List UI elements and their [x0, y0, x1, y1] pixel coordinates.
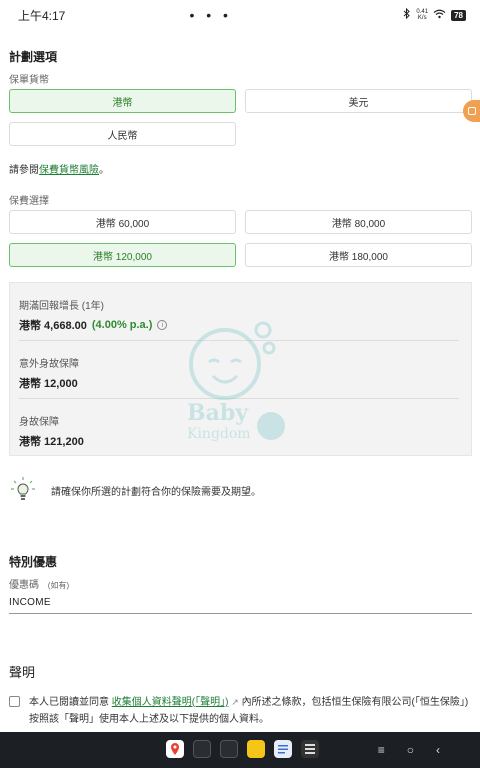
status-icons: 0.41 K/s 78 [403, 7, 466, 22]
yellow-app-icon[interactable] [247, 740, 265, 758]
declaration-checkbox[interactable] [9, 696, 20, 707]
accidental-death-label: 意外身故保障 [19, 359, 79, 370]
privacy-statement-link[interactable]: 收集個人資料聲明(「聲明」) [112, 697, 229, 708]
currency-label: 保單貨幣 [9, 75, 49, 86]
chat-icon [467, 107, 476, 115]
tip-text: 請確保你所選的計劃符合你的保險需要及期望。 [51, 486, 261, 498]
promo-code-label-text: 優惠碼 [9, 580, 39, 591]
plan-title: 計劃選項 [9, 50, 58, 64]
summary-divider [19, 398, 459, 399]
accidental-death-block: 意外身故保障 港幣 12,000 [19, 355, 459, 391]
multi-window-app-icon[interactable] [193, 740, 211, 758]
battery-icon: 78 [451, 9, 466, 21]
status-dots: • • • [189, 7, 232, 23]
app-dock [166, 740, 319, 758]
net-speed: 0.41 K/s [416, 9, 428, 21]
death-benefit-value: 港幣 121,200 [19, 436, 84, 448]
menu-icon[interactable]: ≡ [378, 743, 385, 757]
declaration-text-before: 本人已閱讀並同意 [29, 697, 109, 708]
currency-option-hkd[interactable]: 港幣 [9, 89, 236, 113]
accidental-death-value: 港幣 12,000 [19, 378, 78, 390]
risk-suffix: 。 [99, 165, 109, 176]
info-icon[interactable]: i [157, 320, 168, 330]
home-icon[interactable]: ○ [407, 743, 414, 757]
status-bar: 上午4:17 • • • 0.41 K/s 78 [0, 0, 480, 30]
premium-option-180000[interactable]: 港幣 180,000 [245, 243, 472, 267]
maturity-return-value: 港幣 4,668.00 [19, 320, 87, 332]
lightbulb-icon [9, 475, 37, 506]
risk-prefix: 請參閱 [9, 165, 39, 176]
suitability-tip: 請確保你所選的計劃符合你的保險需要及期望。 [9, 474, 472, 506]
promo-optional-hint: (如有) [47, 581, 70, 590]
premium-option-80000[interactable]: 港幣 80,000 [245, 210, 472, 234]
maturity-return-rate: (4.00% p.a.) [91, 319, 153, 331]
currency-option-rmb[interactable]: 人民幣 [9, 122, 236, 146]
maturity-return-block: 期滿回報增長 (1年) 港幣 4,668.00 (4.00% p.a.) i [19, 297, 459, 333]
premium-label: 保費選擇 [9, 196, 49, 207]
app-drawer-icon[interactable] [301, 740, 319, 758]
wifi-icon [433, 9, 446, 22]
promo-code-label: 優惠碼 (如有) [9, 576, 69, 591]
promo-input-underline [9, 613, 472, 614]
premium-option-120000[interactable]: 港幣 120,000 [9, 243, 236, 267]
benefit-summary-panel: 期滿回報增長 (1年) 港幣 4,668.00 (4.00% p.a.) i 意… [9, 282, 472, 456]
currency-risk-link[interactable]: 保費貨幣風險 [39, 165, 99, 176]
nav-keys: ≡ ○ ‹ [378, 732, 440, 768]
maps-app-icon[interactable] [166, 740, 184, 758]
system-nav-bar: ≡ ○ ‹ [0, 732, 480, 768]
promo-title: 特別優惠 [9, 555, 58, 569]
premium-option-60000[interactable]: 港幣 60,000 [9, 210, 236, 234]
summary-divider [19, 340, 459, 341]
external-link-icon: ↗ [231, 697, 239, 707]
floating-side-button[interactable] [463, 100, 480, 122]
promo-code-input[interactable]: INCOME [9, 597, 51, 608]
net-speed-unit: K/s [417, 15, 427, 21]
currency-risk-note: 請參閱保費貨幣風險。 [9, 161, 109, 176]
maturity-return-value-row: 港幣 4,668.00 (4.00% p.a.) i [19, 317, 459, 333]
back-icon[interactable]: ‹ [436, 743, 440, 757]
bluetooth-icon [403, 7, 411, 22]
declaration-text: 本人已閱讀並同意 收集個人資料聲明(「聲明」) ↗ 內所述之條款，包括恒生保險有… [29, 694, 469, 728]
maturity-return-label: 期滿回報增長 (1年) [19, 301, 104, 312]
main-content: 計劃選項 保單貨幣 港幣 美元 人民幣 請參閱保費貨幣風險。 保費選擇 港幣 6… [0, 30, 480, 732]
notes-app-icon[interactable] [274, 740, 292, 758]
app-switcher-icon[interactable] [220, 740, 238, 758]
declaration-title: 聲明 [9, 665, 36, 680]
death-benefit-block: 身故保障 港幣 121,200 [19, 413, 459, 449]
currency-option-usd[interactable]: 美元 [245, 89, 472, 113]
death-benefit-label: 身故保障 [19, 417, 59, 428]
